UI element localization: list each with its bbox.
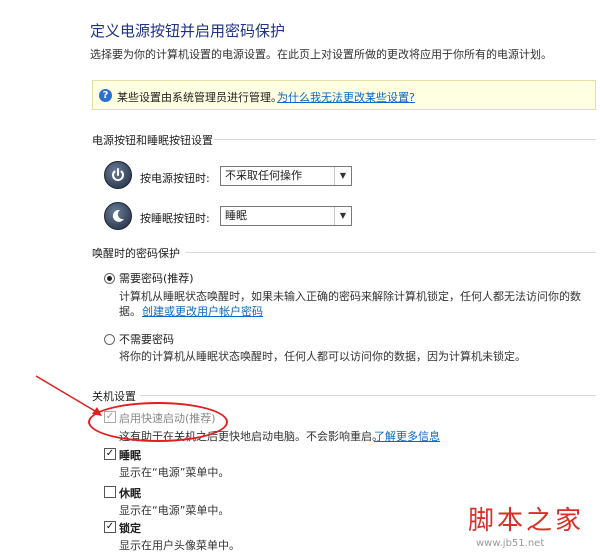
sleep-button-icon [104,202,132,230]
page-description: 选择要为你的计算机设置的电源设置。在此页上对设置所做的更改将应用于你所有的电源计… [90,48,552,61]
hibernate-checkbox[interactable] [104,486,116,498]
power-button-icon [104,161,132,189]
no-password-desc: 将你的计算机从睡眠状态唤醒时，任何人都可以访问你的数据，因为计算机未锁定。 [119,350,526,363]
no-password-radio[interactable] [104,334,115,345]
page-title: 定义电源按钮并启用密码保护 [90,22,286,40]
chevron-down-icon: ▼ [334,167,351,185]
lock-checkbox[interactable]: ✓ [104,521,116,533]
create-password-link[interactable]: 创建或更改用户帐户密码 [142,303,263,319]
sleep-button-dropdown[interactable]: 睡眠 ▼ [220,206,352,226]
sleep-button-label: 按睡眠按钮时: [140,212,210,225]
section-divider [140,395,596,396]
power-section-title: 电源按钮和睡眠按钮设置 [92,134,213,147]
watermark-url: www.jb51.net [476,538,545,549]
require-password-label: 需要密码(推荐) [119,272,194,285]
chevron-down-icon: ▼ [334,207,351,225]
why-cant-change-link[interactable]: 为什么我无法更改某些设置? [277,89,415,105]
no-password-label: 不需要密码 [119,333,174,346]
require-password-desc: 计算机从睡眠状态唤醒时，如果未输入正确的密码来解除计算机锁定，任何人都无法访问你… [119,290,581,303]
hibernate-desc: 显示在“电源”菜单中。 [119,504,230,517]
hibernate-label: 休眠 [119,487,141,500]
require-password-desc-2: 据。 [119,305,141,318]
section-divider [214,139,596,140]
admin-notice-banner: ? 某些设置由系统管理员进行管理。 为什么我无法更改某些设置? [92,80,596,110]
power-button-value: 不采取任何操作 [225,169,302,182]
watermark-site-name: 脚本之家 [468,506,585,536]
sleep-button-value: 睡眠 [225,209,247,222]
admin-notice-text: 某些设置由系统管理员进行管理。 [117,91,282,104]
lock-label: 锁定 [119,522,141,535]
power-button-label: 按电源按钮时: [140,172,210,185]
power-button-dropdown[interactable]: 不采取任何操作 ▼ [220,166,352,186]
shield-question-icon: ? [99,89,112,102]
wake-section-title: 唤醒时的密码保护 [92,247,180,260]
sleep-label: 睡眠 [119,449,141,462]
sleep-desc: 显示在“电源”菜单中。 [119,466,230,479]
section-divider [186,252,596,253]
annotation-ellipse [88,402,228,442]
sleep-checkbox[interactable]: ✓ [104,448,116,460]
require-password-radio[interactable] [104,273,115,284]
learn-more-link[interactable]: 了解更多信息 [374,428,440,444]
lock-desc: 显示在用户头像菜单中。 [119,539,240,552]
